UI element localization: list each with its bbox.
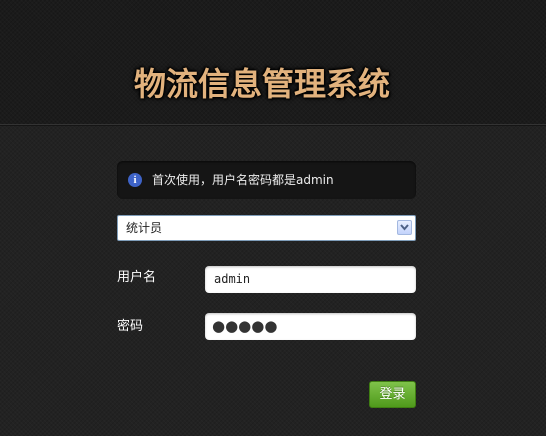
login-button[interactable]: 登录 [369, 381, 416, 408]
role-select-value: 统计员 [126, 221, 163, 235]
app-title: 物流信息管理系统 [134, 65, 391, 103]
password-masked-value: ●●●●● [212, 317, 278, 335]
username-label: 用户名 [117, 270, 157, 285]
info-notice: i 首次使用，用户名密码都是admin [117, 161, 416, 199]
password-label: 密码 [117, 319, 144, 334]
header-banner: 物流信息管理系统 [0, 0, 546, 125]
role-select[interactable]: 统计员 [117, 215, 416, 241]
notice-text: 首次使用，用户名密码都是admin [152, 173, 334, 187]
info-icon: i [128, 173, 142, 187]
password-field[interactable]: ●●●●● [205, 313, 416, 340]
chevron-down-icon[interactable] [397, 220, 412, 235]
username-value: admin [214, 272, 251, 286]
username-field[interactable]: admin [205, 266, 416, 293]
